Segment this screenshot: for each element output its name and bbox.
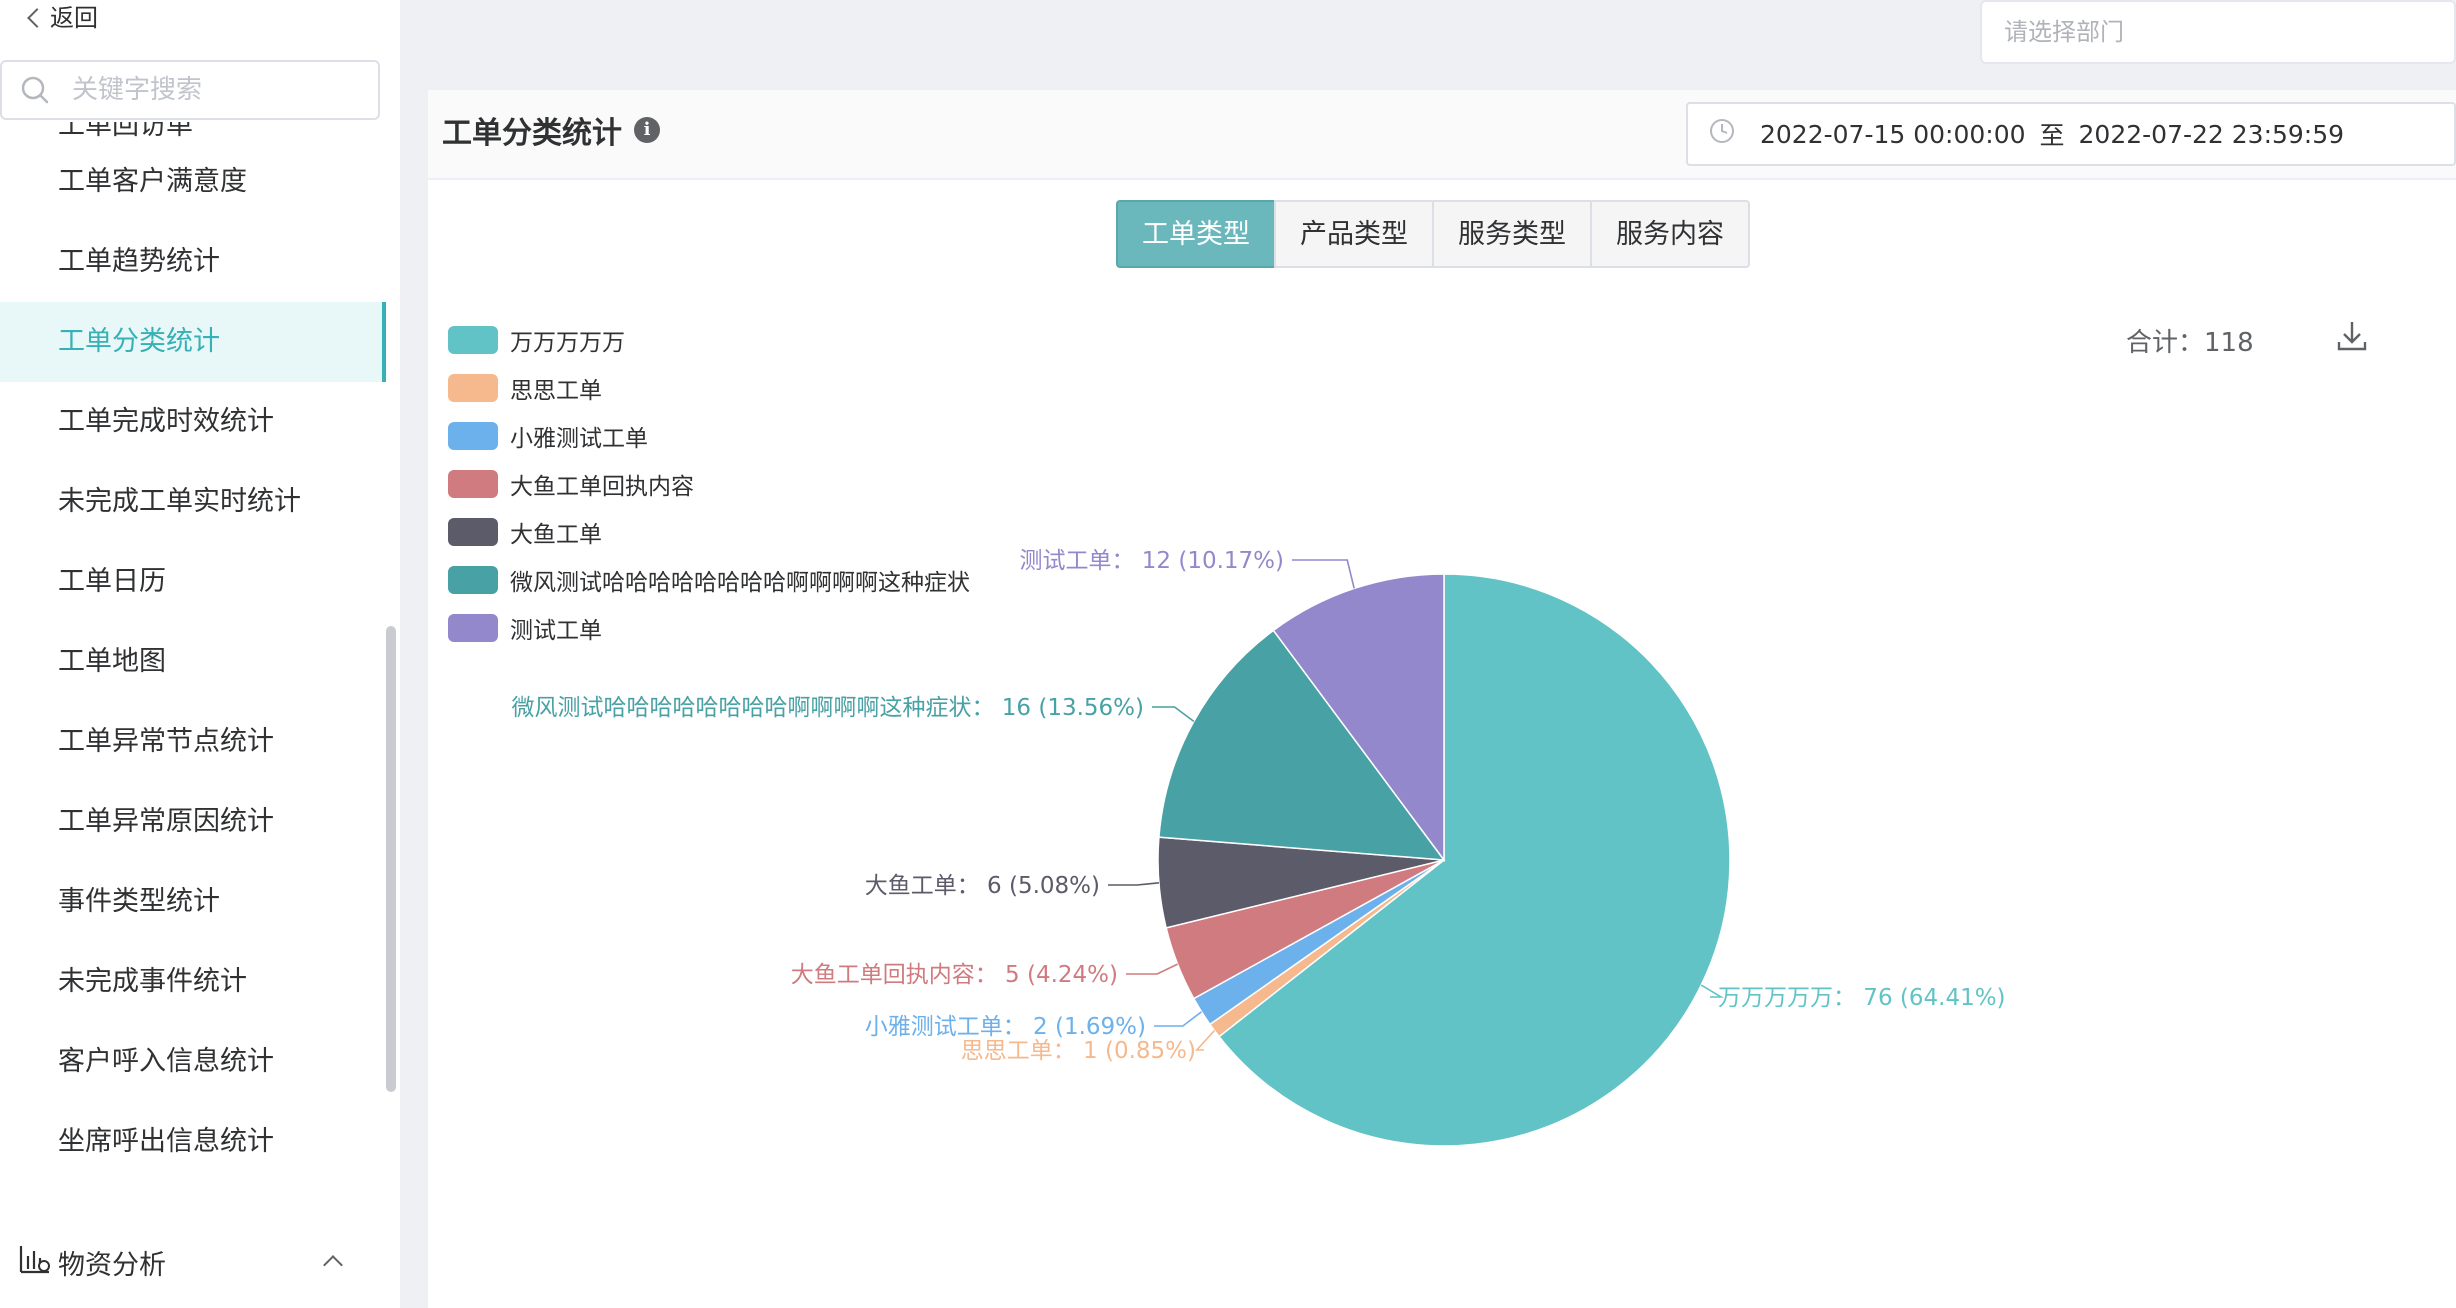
sidebar-item[interactable]: 工单完成时效统计 — [0, 382, 386, 462]
slice-label: 测试工单： 12 (10.17%) — [1019, 548, 1284, 574]
label-leader-line — [1194, 1030, 1216, 1051]
stats-panel: 工单分类统计 i 2022-07-15 00:00:00 至 2022-07-2… — [428, 90, 2456, 1308]
sidebar-item[interactable]: 事件类型统计 — [0, 862, 386, 942]
sidebar-item[interactable]: 工单分类统计 — [0, 302, 386, 382]
sidebar-item[interactable]: 客户呼入信息统计 — [0, 1022, 386, 1102]
slice-label: 大鱼工单： 6 (5.08%) — [865, 873, 1100, 899]
label-leader-line — [1126, 963, 1178, 975]
sidebar-item[interactable]: 工单异常原因统计 — [0, 782, 386, 862]
slice-label: 思思工单： 1 (0.85%) — [961, 1038, 1196, 1064]
sidebar-item[interactable]: 工单客户满意度 — [0, 142, 386, 222]
sidebar-menu: 工单客户满意度 工单趋势统计 工单分类统计 工单完成时效统计 未完成工单实时统计 工单日历… — [0, 142, 386, 1182]
label-leader-line — [1108, 882, 1159, 886]
label-leader-line — [1152, 706, 1195, 723]
sidebar-item[interactable]: 坐席呼出信息统计 — [0, 1102, 386, 1182]
sidebar-item[interactable]: 工单地图 — [0, 622, 386, 702]
sidebar-item[interactable]: 未完成事件统计 — [0, 942, 386, 1022]
sidebar: 返回 工单回访单 工单客户满意度工单趋势统计工单分类统计工单完成时效统计未完成工… — [0, 0, 400, 1308]
sidebar-group-materials[interactable]: 物资分析 — [0, 1222, 386, 1302]
chevron-up-icon — [323, 1255, 343, 1275]
slice-label: 微风测试哈哈哈哈哈哈哈哈啊啊啊啊这种症状： 16 (13.56%) — [511, 695, 1144, 721]
back-link[interactable]: 返回 — [24, 0, 98, 36]
sidebar-item[interactable]: 未完成工单实时统计 — [0, 462, 386, 542]
sidebar-item[interactable]: 工单异常节点统计 — [0, 702, 386, 782]
sidebar-group-label: 物资分析 — [58, 1249, 166, 1281]
search-box[interactable] — [0, 60, 380, 120]
pie-chart: 万万万万万： 76 (64.41%) 思思工单： 1 (0.85%)小雅测试工单：… — [511, 548, 2006, 1147]
search-input[interactable] — [70, 74, 374, 106]
department-select[interactable]: 请选择部门 — [1980, 0, 2456, 64]
slice-label: 小雅测试工单： 2 (1.69%) — [865, 1014, 1146, 1040]
department-placeholder: 请选择部门 — [2004, 18, 2124, 46]
sidebar-item-partial[interactable]: 工单回访单 — [58, 122, 193, 142]
label-leader-line — [1292, 559, 1355, 589]
sidebar-scrollbar[interactable] — [386, 626, 396, 1092]
slice-label: 大鱼工单回执内容： 5 (4.24%) — [791, 962, 1118, 988]
slice-label: 万万万万万： 76 (64.41%) — [1718, 985, 2006, 1011]
search-icon — [16, 71, 54, 109]
label-leader-line — [1154, 1011, 1203, 1027]
back-label: 返回 — [50, 4, 98, 32]
chevron-left-icon — [27, 8, 47, 28]
bar-chart-icon — [18, 1242, 52, 1283]
sidebar-item[interactable]: 工单趋势统计 — [0, 222, 386, 302]
sidebar-item[interactable]: 工单日历 — [0, 542, 386, 622]
